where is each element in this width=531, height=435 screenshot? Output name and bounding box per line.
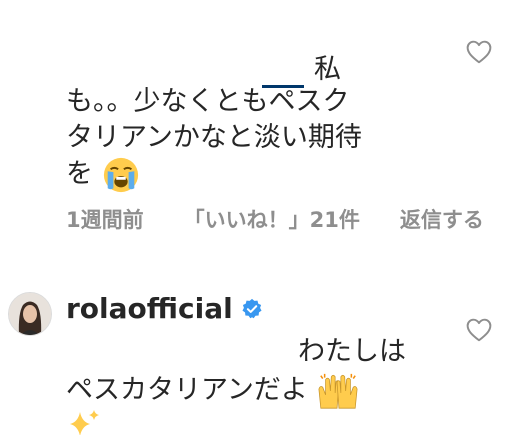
comment-1-first-line: 私 bbox=[262, 52, 341, 88]
verified-badge-icon bbox=[242, 298, 262, 318]
sparkles-icon bbox=[70, 410, 99, 435]
reply-button[interactable]: 返信する bbox=[400, 204, 484, 234]
avatar-photo-icon bbox=[9, 293, 51, 335]
comment-2-line-1: わたしは bbox=[298, 336, 406, 367]
like-heart-icon[interactable] bbox=[466, 40, 492, 64]
comment-thread: 私 も。。少なくともペスク タリアンかなと淡い期待 を 1週間前 「いいね！」2… bbox=[0, 0, 531, 435]
timestamp: 1週間前 bbox=[66, 208, 144, 232]
mention-link[interactable] bbox=[262, 53, 304, 88]
username-link[interactable]: rolaofficial bbox=[66, 292, 233, 325]
loudly-crying-face-icon bbox=[103, 157, 138, 193]
comment-2-header: rolaofficial bbox=[66, 292, 263, 325]
comment-2-text: ペスカタリアンだよ bbox=[66, 374, 308, 406]
avatar[interactable] bbox=[8, 292, 52, 336]
comment-1-text-start: 私 bbox=[314, 54, 341, 85]
comment-1-meta: 1週間前 「いいね！」21件 返信する bbox=[66, 204, 484, 234]
raising-hands-icon bbox=[318, 373, 357, 409]
comment-2-line-2: ペスカタリアンだよ bbox=[66, 371, 359, 411]
comment-1-last-char: を bbox=[66, 158, 93, 190]
comment-1-line-3: タリアンかなと淡い期待 bbox=[66, 122, 362, 153]
comment-1-line-2: も。。少なくともペスク bbox=[66, 86, 350, 117]
likes-count-link[interactable]: 「いいね！」21件 bbox=[184, 204, 360, 234]
like-heart-icon[interactable] bbox=[466, 318, 492, 342]
comment-1-line-4: を bbox=[66, 156, 140, 194]
